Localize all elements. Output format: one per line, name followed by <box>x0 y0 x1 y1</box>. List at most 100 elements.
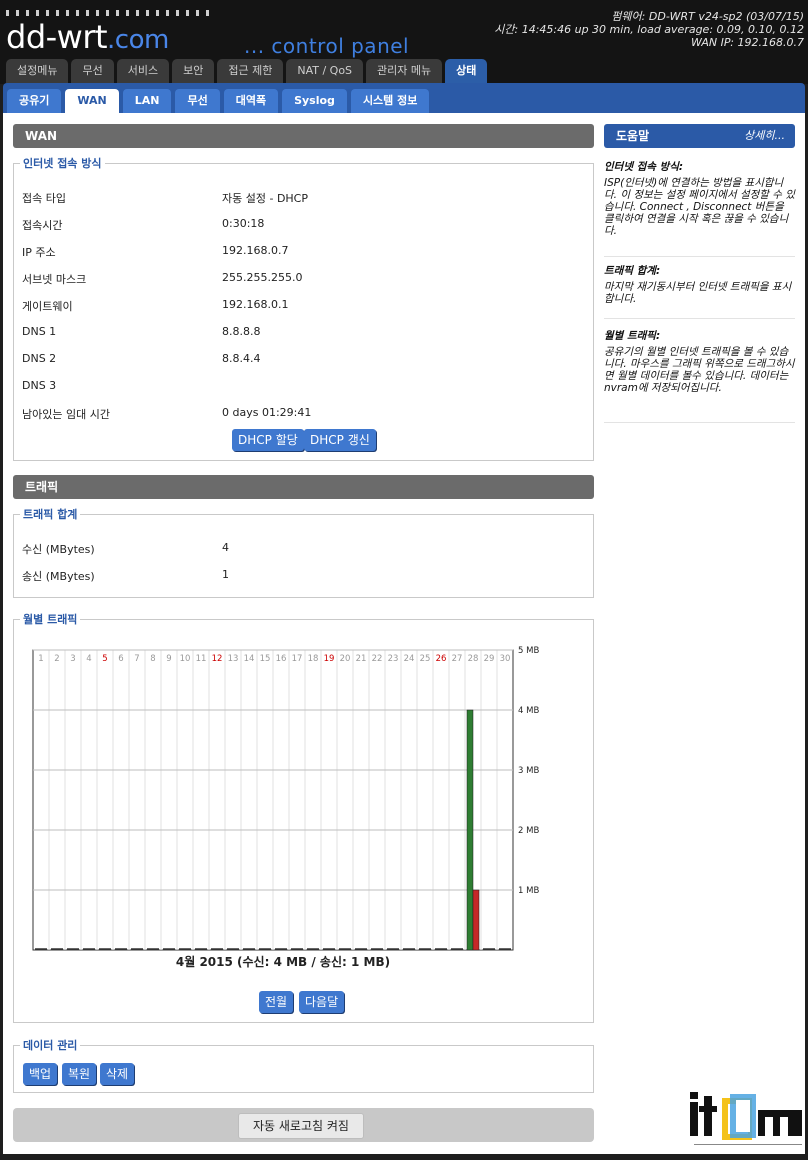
traffic-total-fieldset: 트래픽 합계 <box>13 506 594 598</box>
help-more-link[interactable]: 상세히... <box>744 124 785 148</box>
help-block-title: 월별 트래픽: <box>604 330 661 342</box>
help-block-title: 트래픽 합계: <box>604 265 661 277</box>
chart-y-tick: 1 MB <box>518 886 539 896</box>
control-panel-subtitle: ... control panel <box>244 34 410 58</box>
uptime-text: 시간: 14:45:46 up 30 min, load average: 0.… <box>494 23 804 36</box>
sub-tab[interactable]: 대역폭 <box>223 89 279 113</box>
chart-day-label: 1 <box>38 654 43 664</box>
chart-day-label: 29 <box>484 654 495 664</box>
wan-row-value: 자동 설정 - DHCP <box>222 192 308 205</box>
main-tab[interactable]: 서비스 <box>116 59 170 83</box>
tx-label: 송신 (MBytes) <box>22 570 95 583</box>
itcm-watermark-logo <box>690 1092 802 1145</box>
main-tabs: 설정메뉴 무선 서비스 보안 접근 제한 NAT / QoS 관리자 메뉴 상태 <box>6 59 488 83</box>
chart-day-label: 10 <box>180 654 191 664</box>
chart-day-label: 24 <box>404 654 415 664</box>
wan-row-value: 8.8.4.4 <box>222 352 261 365</box>
wan-row-label: 서브넷 마스크 <box>22 273 87 286</box>
wan-row-label: DNS 2 <box>22 352 57 365</box>
main-tab[interactable]: 무선 <box>71 59 114 83</box>
backup-button[interactable]: 백업 <box>23 1063 58 1085</box>
wan-row-label: IP 주소 <box>22 246 56 259</box>
auto-refresh-button[interactable]: 자동 새로고침 켜짐 <box>238 1113 364 1139</box>
monthly-traffic-legend: 월별 트래픽 <box>23 613 78 626</box>
chart-day-label: 7 <box>134 654 139 664</box>
chart-y-tick: 4 MB <box>518 706 539 716</box>
chart-day-label: 5 <box>102 654 107 664</box>
rx-value: 4 <box>222 541 229 554</box>
logo-dots <box>6 10 212 16</box>
chart-day-label: 9 <box>166 654 171 664</box>
router-info: 펌웨어: DD-WRT v24-sp2 (03/07/15) 시간: 14:45… <box>494 10 804 49</box>
wan-row-label: 접속 타입 <box>22 192 66 205</box>
chart-day-label: 23 <box>388 654 399 664</box>
help-block-connection: 인터넷 접속 방식: ISP(인터넷)에 연결하는 방법을 표시합니다. 이 정… <box>604 161 795 237</box>
next-month-button[interactable]: 다음달 <box>299 991 345 1013</box>
chart-day-label: 21 <box>356 654 367 664</box>
chart-day-label: 22 <box>372 654 383 664</box>
wan-row-value: 192.168.0.1 <box>222 298 289 311</box>
sub-tab[interactable]: LAN <box>122 89 172 113</box>
chart-y-tick: 5 MB <box>518 646 539 656</box>
wan-row-label: DNS 1 <box>22 325 57 338</box>
chart-day-label: 3 <box>70 654 75 664</box>
sub-tab[interactable]: Syslog <box>282 89 347 113</box>
firmware-text: 펌웨어: DD-WRT v24-sp2 (03/07/15) <box>611 10 804 23</box>
chart-bar-incoming <box>466 709 474 951</box>
chart-day-label: 17 <box>292 654 303 664</box>
chart-day-label: 16 <box>276 654 287 664</box>
help-header: 도움말 상세히... <box>604 124 795 148</box>
chart-bar-outgoing <box>472 889 480 951</box>
delete-button[interactable]: 삭제 <box>100 1063 135 1085</box>
traffic-section-title: 트래픽 <box>13 475 594 499</box>
wan-row-value: 0 days 01:29:41 <box>222 406 312 419</box>
main-tab[interactable]: 접근 제한 <box>217 59 284 83</box>
wan-row-value: 0:30:18 <box>222 217 265 230</box>
chart-day-label: 11 <box>196 654 207 664</box>
help-block-text: 마지막 재기동시부터 인터넷 트래픽을 표시합니다. <box>604 281 792 305</box>
dhcp-release-button[interactable]: DHCP 할당 <box>232 429 304 451</box>
chart-day-label: 6 <box>118 654 123 664</box>
help-block-monthly: 월별 트래픽: 공유기의 월별 인터넷 트래픽을 볼 수 있습니다. 마우스를 … <box>604 330 795 394</box>
main-tab[interactable]: NAT / QoS <box>286 59 364 83</box>
data-mgmt-legend: 데이터 관리 <box>23 1039 78 1052</box>
prev-month-button[interactable]: 전월 <box>259 991 294 1013</box>
chart-day-label: 27 <box>452 654 463 664</box>
traffic-total-legend: 트래픽 합계 <box>23 508 78 521</box>
logo[interactable]: dd-wrt.com <box>6 18 169 56</box>
chart-day-label: 30 <box>500 654 511 664</box>
sub-tab[interactable]: 시스템 정보 <box>350 89 430 113</box>
wan-row-label: 접속시간 <box>22 219 63 232</box>
chart-day-label: 4 <box>86 654 91 664</box>
sub-tab-wan[interactable]: WAN <box>65 89 119 113</box>
main-tab-status[interactable]: 상태 <box>445 59 488 83</box>
chart-day-label: 2 <box>54 654 59 664</box>
chart-y-tick: 2 MB <box>518 826 539 836</box>
chart-day-label: 18 <box>308 654 319 664</box>
chart-day-label: 14 <box>244 654 255 664</box>
chart-day-label: 20 <box>340 654 351 664</box>
help-divider <box>604 318 795 319</box>
help-divider <box>604 256 795 257</box>
wan-ip-text: WAN IP: 192.168.0.7 <box>691 36 804 49</box>
main-tab[interactable]: 보안 <box>172 59 215 83</box>
refresh-bar: 자동 새로고침 켜짐 <box>13 1108 594 1142</box>
sub-tab[interactable]: 공유기 <box>7 89 62 113</box>
help-block-title: 인터넷 접속 방식: <box>604 161 684 173</box>
wan-row-value: 192.168.0.7 <box>222 244 289 257</box>
sub-tab[interactable]: 무선 <box>175 89 220 113</box>
main-tab[interactable]: 설정메뉴 <box>6 59 69 83</box>
wan-row-label: 게이트웨이 <box>22 300 73 313</box>
restore-button[interactable]: 복원 <box>62 1063 97 1085</box>
wan-row-value: 255.255.255.0 <box>222 271 303 284</box>
wan-row-label: DNS 3 <box>22 379 57 392</box>
main-tab[interactable]: 관리자 메뉴 <box>366 59 443 83</box>
monthly-traffic-chart[interactable]: 1 MB2 MB3 MB4 MB5 MB1 2 3 4 5 6 7 8 9 10 11 12 13 14 1… <box>30 645 570 955</box>
chart-day-label: 28 <box>468 654 479 664</box>
wan-row-label: 남아있는 임대 시간 <box>22 408 110 421</box>
help-block-text: 공유기의 월별 인터넷 트래픽을 볼 수 있습니다. 마우스를 그래픽 위쪽으로… <box>604 346 795 394</box>
tx-value: 1 <box>222 568 229 581</box>
logo-main: dd-wrt <box>6 18 108 56</box>
help-divider <box>604 422 795 423</box>
dhcp-renew-button[interactable]: DHCP 갱신 <box>304 429 376 451</box>
